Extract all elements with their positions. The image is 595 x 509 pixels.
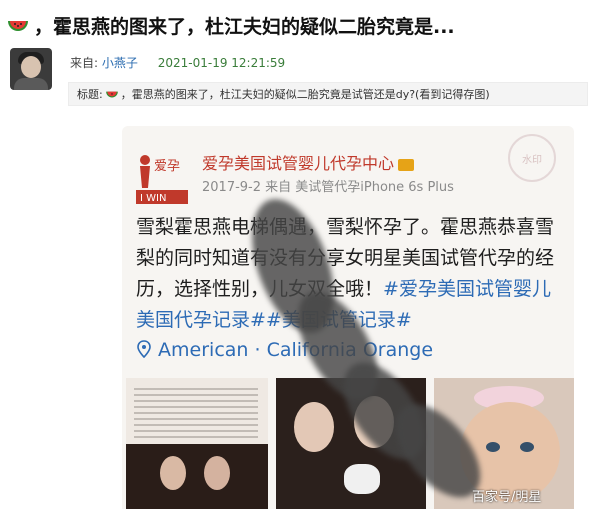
post-date: 2021-01-19 12:21:59 — [157, 56, 286, 70]
location-tag: American · California Orange — [136, 339, 433, 361]
post-source: 来自: 小燕子 2021-01-19 12:21:59 — [70, 54, 285, 71]
hashtag-2: 美国代孕记录##美国试管记录# — [136, 309, 412, 331]
photo-thumbnail-left — [126, 378, 268, 509]
watermelon-icon — [8, 21, 28, 31]
iwin-logo: 爱孕 I WIN — [136, 155, 188, 204]
watermelon-icon — [105, 91, 118, 98]
from-label: 来自: — [70, 56, 99, 70]
crown-icon — [398, 158, 415, 171]
logo-text-top: 爱孕 — [154, 159, 180, 174]
author-link[interactable]: 小燕子 — [102, 56, 138, 70]
screenshot-image: 爱孕 I WIN 爱孕美国试管婴儿代孕中心 2017-9-2 来自 美试管代孕i… — [122, 126, 574, 509]
post-title-bar: ，霍思燕的图来了，杜江夫妇的疑似二胎究竟是... — [0, 8, 595, 42]
subject-label: 标题: — [77, 88, 103, 101]
logo-text-bottom: I WIN — [140, 193, 166, 204]
location-pin-icon — [137, 340, 151, 359]
stamp-watermark: 水印 — [508, 134, 556, 182]
brand-name: 爱孕美国试管婴儿代孕中心 — [202, 150, 415, 174]
post-meta: 2017-9-2 来自 美试管代孕iPhone 6s Plus — [202, 180, 454, 195]
subject-text: ，霍思燕的图来了，杜江夫妇的疑似二胎究竟是试管还是dy?(看到记得存图) — [120, 88, 490, 101]
avatar[interactable] — [10, 48, 52, 90]
hashtag-1: #爱孕美国试管婴儿 — [383, 278, 551, 300]
post-title: ，霍思燕的图来了，杜江夫妇的疑似二胎究竟是... — [34, 15, 455, 38]
source-watermark: 百家号/明星 — [472, 490, 542, 505]
subject-bar: 标题: ，霍思燕的图来了，杜江夫妇的疑似二胎究竟是试管还是dy?(看到记得存图) — [68, 82, 588, 106]
